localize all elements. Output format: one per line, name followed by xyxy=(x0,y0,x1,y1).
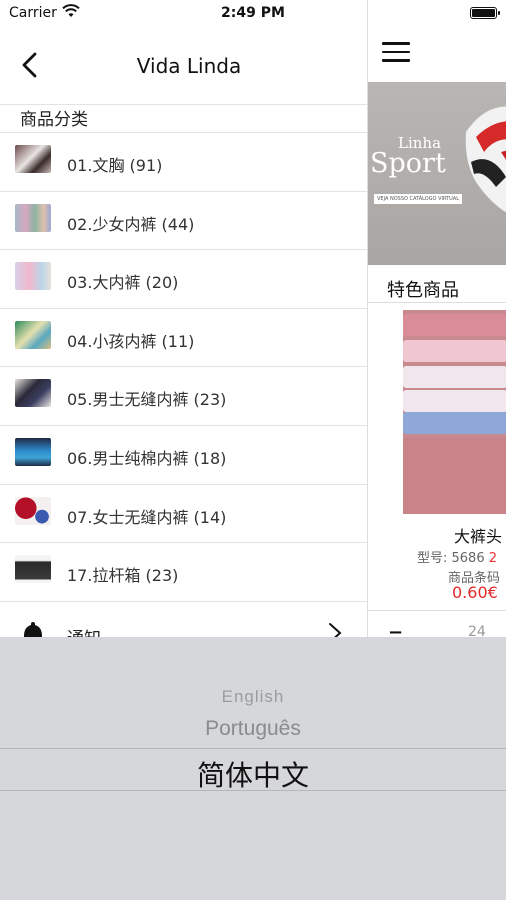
language-picker[interactable]: English Português 简体中文 xyxy=(0,637,506,900)
language-option-portugues[interactable]: Português xyxy=(0,717,506,741)
product-image[interactable] xyxy=(403,310,506,514)
category-label: 07.女士无缝内裤 (14) xyxy=(67,507,227,527)
category-label: 01.文胸 (91) xyxy=(67,156,163,175)
category-thumbnail xyxy=(15,145,51,173)
shoe-image xyxy=(465,106,506,213)
category-label: 05.男士无缝内裤 (23) xyxy=(67,390,227,410)
battery-icon xyxy=(470,7,500,19)
banner-title-line2: Sport xyxy=(370,148,446,179)
product-model: 型号: 5686 2 xyxy=(417,551,498,566)
page-title: Vida Linda xyxy=(136,54,242,78)
category-thumbnail xyxy=(15,496,51,525)
picker-selection-bottom-line xyxy=(0,790,506,791)
clock: 2:49 PM xyxy=(221,5,285,21)
category-list: 01.文胸 (91) 02.少女内裤 (44) 03.大内裤 (20) 04.小… xyxy=(0,133,367,602)
category-thumbnail xyxy=(15,320,51,349)
promo-banner[interactable]: Linha Sport VEJA NOSSO CATÁLOGO VIRTUAL xyxy=(368,82,506,265)
section-header: 商品分类 xyxy=(0,104,367,133)
featured-title: 特色商品 xyxy=(387,280,459,301)
category-label: 04.小孩内裤 (11) xyxy=(67,331,195,351)
category-item[interactable]: 02.少女内裤 (44) xyxy=(0,192,367,251)
picker-selection-top-line xyxy=(0,748,506,749)
banner-caption: VEJA NOSSO CATÁLOGO VIRTUAL xyxy=(374,194,463,204)
category-item[interactable]: 03.大内裤 (20) xyxy=(0,250,367,309)
language-option-english[interactable]: English xyxy=(0,687,506,707)
category-item[interactable]: 17.拉杆箱 (23) xyxy=(0,543,367,602)
app-screen: Carrier 2:49 PM Linha Sport VEJA NOSSO C… xyxy=(0,0,506,900)
category-label: 06.男士纯棉内裤 (18) xyxy=(67,448,227,468)
category-label: 17.拉杆箱 (23) xyxy=(67,566,179,586)
category-thumbnail xyxy=(15,379,51,408)
category-item[interactable]: 06.男士纯棉内裤 (18) xyxy=(0,426,367,485)
nav-bar: Vida Linda xyxy=(0,26,367,104)
status-bar: Carrier 2:49 PM xyxy=(0,0,506,26)
divider xyxy=(368,302,506,303)
menu-icon[interactable] xyxy=(382,42,410,64)
category-item[interactable]: 04.小孩内裤 (11) xyxy=(0,309,367,368)
divider xyxy=(368,610,506,611)
product-name[interactable]: 大裤头 xyxy=(454,523,502,547)
language-option-selected[interactable]: 简体中文 xyxy=(0,754,506,794)
product-price: 0.60€ xyxy=(452,583,498,602)
category-thumbnail xyxy=(15,555,51,584)
category-label: 02.少女内裤 (44) xyxy=(67,214,195,234)
category-thumbnail xyxy=(15,203,51,232)
category-label: 03.大内裤 (20) xyxy=(67,273,179,293)
section-header-label: 商品分类 xyxy=(20,110,88,130)
category-thumbnail xyxy=(15,437,51,466)
category-item[interactable]: 05.男士无缝内裤 (23) xyxy=(0,367,367,426)
category-thumbnail xyxy=(15,262,51,291)
category-item[interactable]: 01.文胸 (91) xyxy=(0,133,367,192)
category-item[interactable]: 07.女士无缝内裤 (14) xyxy=(0,485,367,544)
